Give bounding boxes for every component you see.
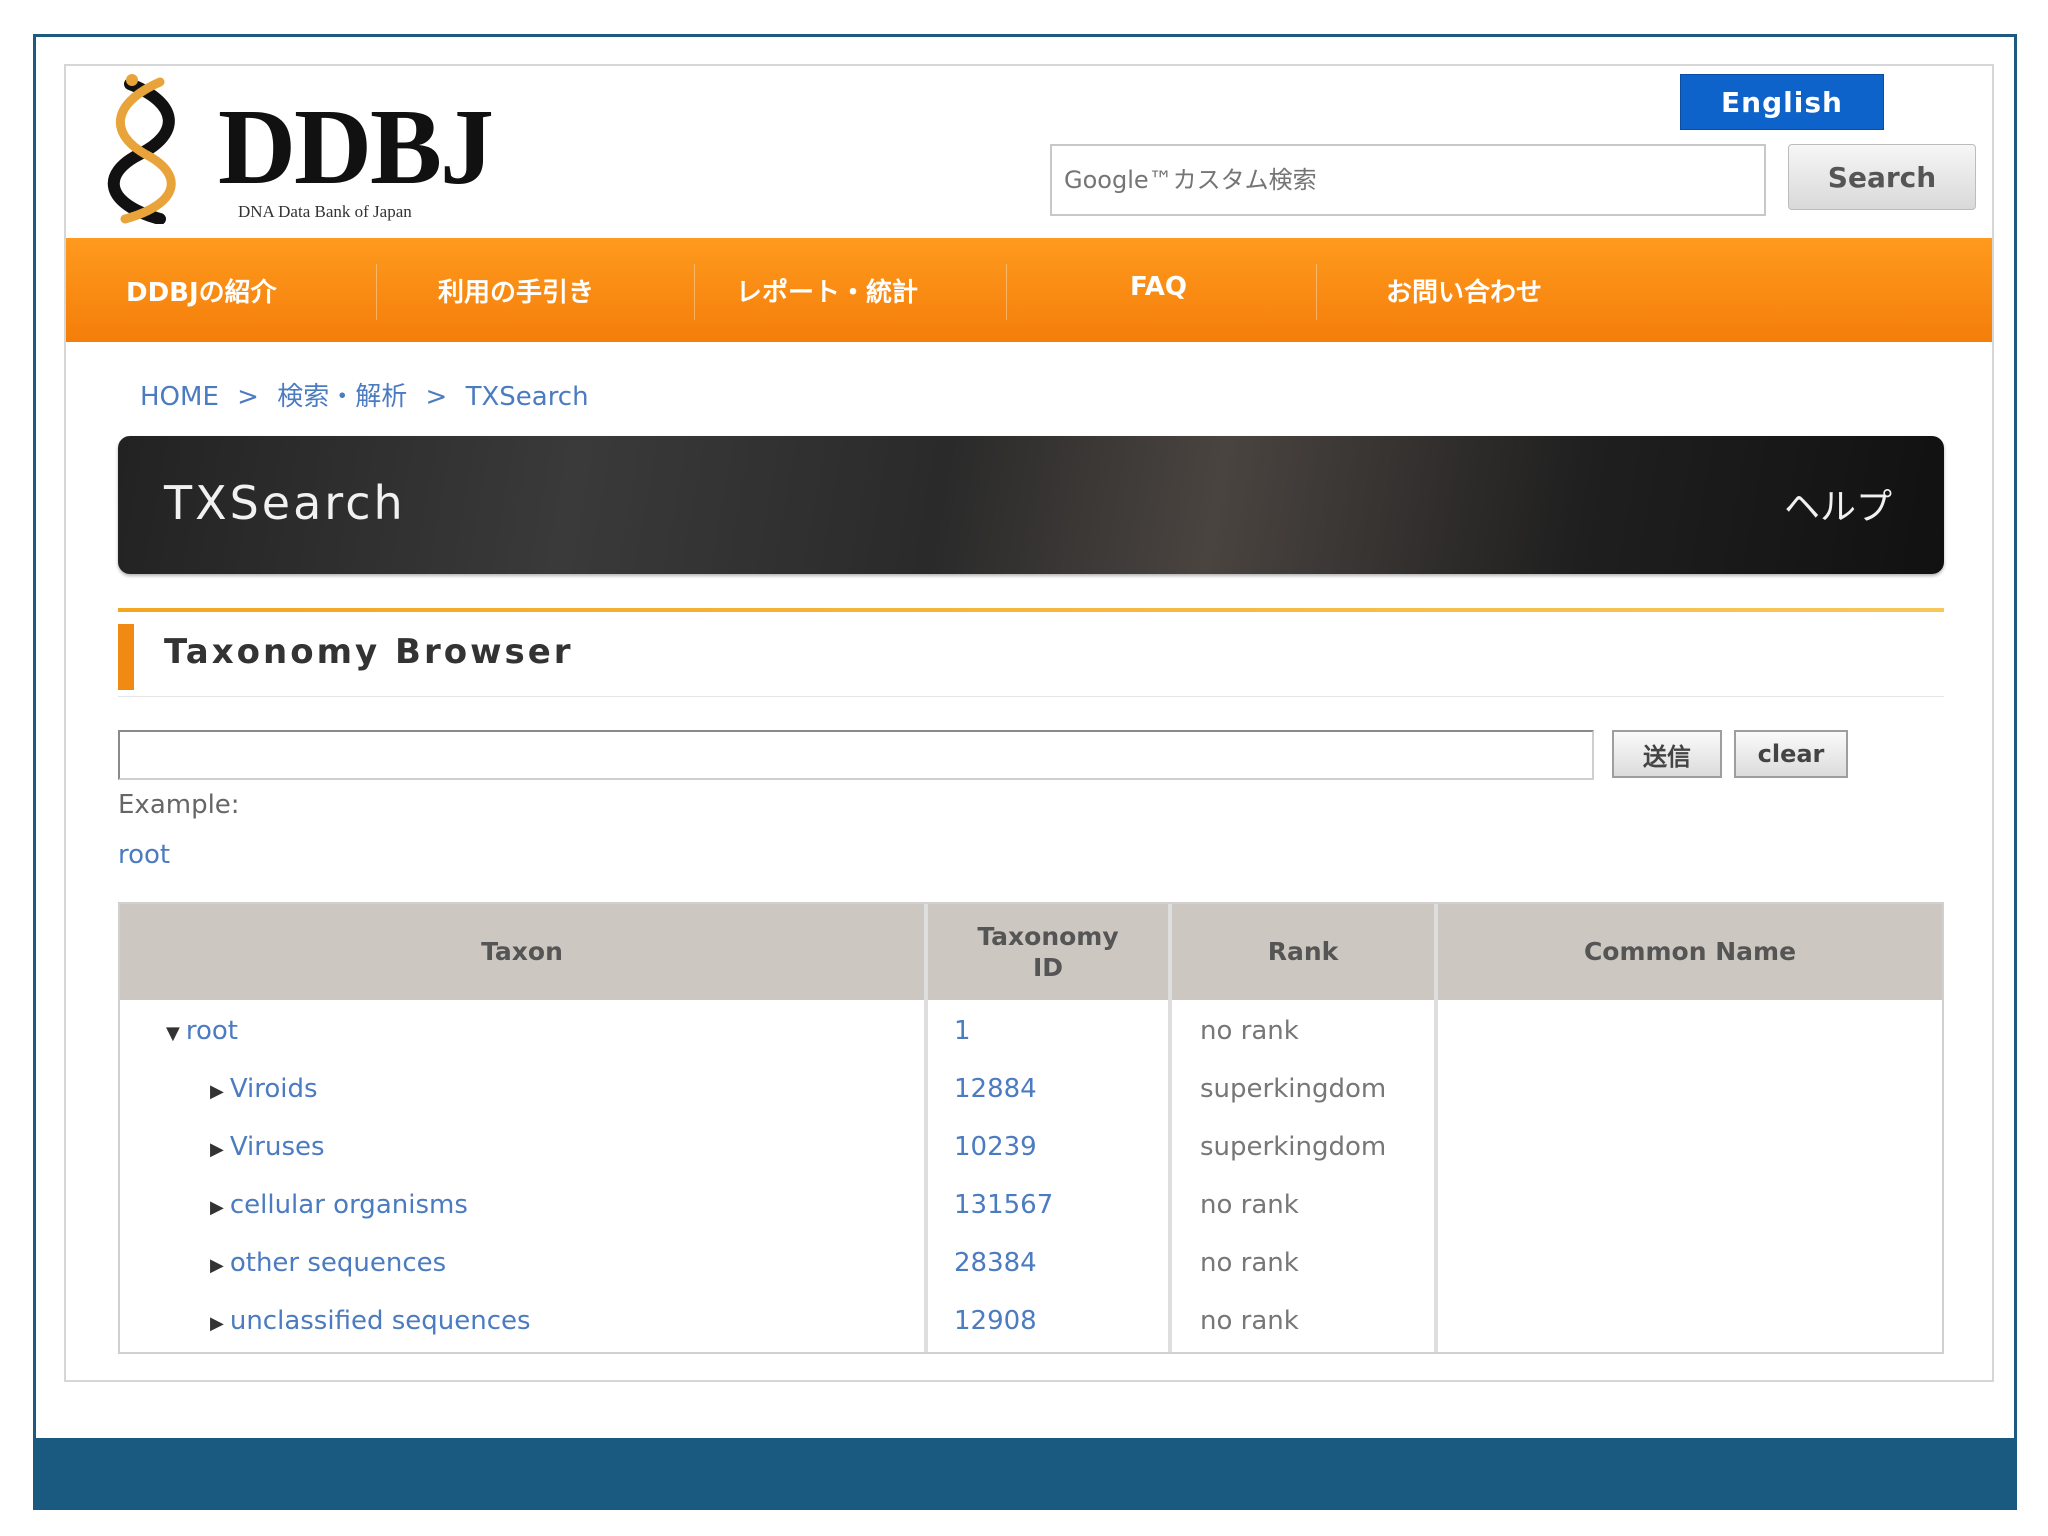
collapsed-triangle-icon: ▶ <box>210 1081 224 1102</box>
rank-cell: no rank <box>1200 1248 1299 1278</box>
logo-wordmark: DDBJ <box>218 88 494 207</box>
site-search-button[interactable]: Search <box>1788 144 1976 210</box>
rank-cell: no rank <box>1200 1016 1299 1046</box>
taxon-link[interactable]: root <box>186 1016 238 1046</box>
col-header-taxonomy-id-line1: Taxonomy <box>977 921 1119 951</box>
table-header: Taxon Taxonomy ID Rank Common Name <box>120 904 1942 1000</box>
expanded-triangle-icon: ▼ <box>166 1023 180 1044</box>
dna-helix-icon <box>107 74 176 224</box>
table-row: ▶ unclassified sequences 12908 no rank <box>120 1292 1942 1350</box>
ddbj-logo[interactable]: DDBJ DNA Data Bank of Japan <box>90 74 530 234</box>
rank-cell: no rank <box>1200 1190 1299 1220</box>
taxon-link[interactable]: unclassified sequences <box>230 1306 531 1336</box>
example-label: Example: <box>118 790 240 820</box>
nav-item-about[interactable]: DDBJの紹介 <box>126 272 277 309</box>
main-nav: DDBJの紹介 利用の手引き レポート・統計 FAQ お問い合わせ <box>66 238 1992 342</box>
taxonomy-query-input[interactable] <box>118 730 1594 780</box>
nav-item-reports[interactable]: レポート・統計 <box>736 272 918 309</box>
col-header-taxonomy-id: Taxonomy ID <box>928 904 1168 1000</box>
collapsed-triangle-icon: ▶ <box>210 1255 224 1276</box>
taxon-cell[interactable]: ▶ Viroids <box>210 1060 318 1121</box>
table-row: ▶ other sequences 28384 no rank <box>120 1234 1942 1292</box>
logo-subtitle: DNA Data Bank of Japan <box>238 202 412 221</box>
table-row: ▶ Viruses 10239 superkingdom <box>120 1118 1942 1176</box>
breadcrumb-separator: > <box>425 382 448 412</box>
collapsed-triangle-icon: ▶ <box>210 1139 224 1160</box>
breadcrumb-current[interactable]: TXSearch <box>466 382 589 412</box>
nav-item-contact[interactable]: お問い合わせ <box>1386 272 1542 309</box>
taxon-link[interactable]: Viruses <box>230 1132 325 1162</box>
nav-item-guide[interactable]: 利用の手引き <box>438 272 594 309</box>
banner-title: TXSearch <box>164 476 406 530</box>
collapsed-triangle-icon: ▶ <box>210 1313 224 1334</box>
taxon-cell[interactable]: ▶ cellular organisms <box>210 1176 468 1237</box>
taxon-link[interactable]: Viroids <box>230 1074 318 1104</box>
nav-separator <box>694 264 695 320</box>
collapsed-triangle-icon: ▶ <box>210 1197 224 1218</box>
section-accent-bar <box>118 624 134 690</box>
taxon-cell[interactable]: ▶ unclassified sequences <box>210 1292 531 1353</box>
breadcrumb-home[interactable]: HOME <box>140 382 219 412</box>
txsearch-banner: TXSearch ヘルプ <box>118 436 1944 574</box>
taxonomy-table: Taxon Taxonomy ID Rank Common Name ▼ root… <box>118 902 1944 1354</box>
taxon-link[interactable]: cellular organisms <box>230 1190 468 1220</box>
breadcrumb-separator: > <box>237 382 259 412</box>
taxonomy-id-cell: 12908 <box>954 1306 1037 1336</box>
rank-cell: no rank <box>1200 1306 1299 1336</box>
table-row: ▶ Viroids 12884 superkingdom <box>120 1060 1942 1118</box>
col-header-common-name: Common Name <box>1583 937 1797 967</box>
taxonomy-id-cell: 1 <box>954 1016 971 1046</box>
example-root-link[interactable]: root <box>118 840 170 870</box>
taxonomy-id-cell: 28384 <box>954 1248 1037 1278</box>
help-link[interactable]: ヘルプ <box>1784 478 1892 530</box>
nav-item-faq[interactable]: FAQ <box>1130 272 1187 302</box>
browser-page: DDBJ DNA Data Bank of Japan English Sear… <box>64 64 1994 1382</box>
section-top-rule <box>118 608 1944 612</box>
table-row: ▶ cellular organisms 131567 no rank <box>120 1176 1942 1234</box>
taxonomy-id-cell: 131567 <box>954 1190 1054 1220</box>
nav-separator <box>1316 264 1317 320</box>
submit-button[interactable]: 送信 <box>1612 730 1722 778</box>
taxonomy-id-cell: 12884 <box>954 1074 1037 1104</box>
breadcrumb: HOME > 検索・解析 > TXSearch <box>140 376 599 413</box>
col-header-taxon: Taxon <box>481 937 563 967</box>
breadcrumb-search-analysis[interactable]: 検索・解析 <box>277 382 407 412</box>
section-title: Taxonomy Browser <box>164 632 574 672</box>
slide-bottom-band <box>33 1438 2017 1510</box>
rank-cell: superkingdom <box>1200 1074 1387 1104</box>
taxon-cell[interactable]: ▶ Viruses <box>210 1118 325 1179</box>
nav-separator <box>1006 264 1007 320</box>
section-bottom-rule <box>118 696 1944 697</box>
taxonomy-id-cell: 10239 <box>954 1132 1037 1162</box>
english-button[interactable]: English <box>1680 74 1884 130</box>
taxon-cell[interactable]: ▼ root <box>166 1002 238 1063</box>
col-header-rank: Rank <box>1267 937 1339 967</box>
col-header-taxonomy-id-line2: ID <box>1032 953 1064 982</box>
table-row: ▼ root 1 no rank <box>120 1002 1942 1060</box>
taxon-link[interactable]: other sequences <box>230 1248 446 1278</box>
site-search-input[interactable] <box>1050 144 1766 216</box>
taxon-cell[interactable]: ▶ other sequences <box>210 1234 446 1295</box>
clear-button[interactable]: clear <box>1734 730 1848 778</box>
rank-cell: superkingdom <box>1200 1132 1387 1162</box>
nav-separator <box>376 264 377 320</box>
